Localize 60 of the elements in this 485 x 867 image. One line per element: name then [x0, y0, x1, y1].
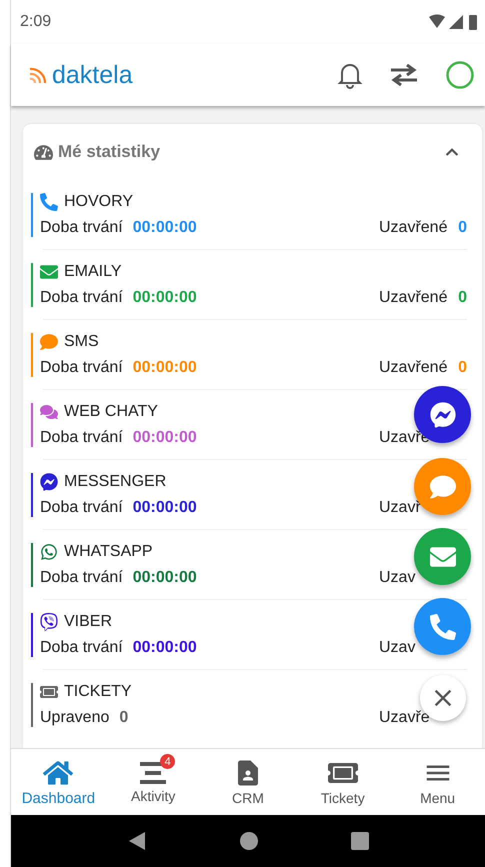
- stat-label: Uzav: [379, 638, 416, 656]
- stat-label: Doba trvání: [40, 358, 123, 376]
- stat-label: Uzavřené: [379, 358, 448, 376]
- nav-tab[interactable]: Tickety: [295, 749, 390, 815]
- stat-label: Doba trvání: [40, 218, 123, 236]
- messenger-icon: [40, 472, 58, 490]
- nav-tab[interactable]: Menu: [390, 749, 485, 815]
- envelope-icon: [40, 262, 58, 280]
- status-time: 2:09: [20, 13, 52, 31]
- stat-label: Doba trvání: [40, 568, 123, 586]
- stat-value: 0: [458, 218, 467, 236]
- stat-value: 0: [119, 708, 128, 726]
- stat-value: 00:00:00: [132, 568, 197, 586]
- home-circle-icon[interactable]: [239, 831, 259, 851]
- stat-title: SMS: [64, 332, 99, 350]
- notification-badge: 4: [160, 754, 176, 769]
- stat-label: Uzavř: [379, 498, 421, 516]
- stat-value: 00:00:00: [132, 428, 197, 446]
- stat-label: Doba trvání: [40, 498, 123, 516]
- stat-title: EMAILY: [64, 262, 122, 280]
- logo-icon: [28, 65, 48, 85]
- bell-icon[interactable]: [337, 61, 363, 89]
- phone-icon: [430, 614, 456, 640]
- nav-tab[interactable]: 4 Aktivity: [106, 749, 201, 815]
- whatsapp-icon: [40, 542, 58, 560]
- stat-label: Uzavřené: [379, 288, 448, 306]
- stat-value: 00:00:00: [132, 218, 197, 236]
- stat-title: VIBER: [64, 612, 112, 630]
- stat-value: 00:00:00: [132, 288, 197, 306]
- stat-label: Uzavřené: [379, 218, 448, 236]
- stat-value: 00:00:00: [132, 358, 197, 376]
- stat-label: Doba trvání: [40, 638, 123, 656]
- stat-title: MESSENGER: [64, 472, 166, 490]
- stat-title: WEB CHATY: [64, 402, 158, 420]
- speech-bubble-icon: [430, 474, 456, 500]
- nav-tab[interactable]: Dashboard: [11, 749, 106, 815]
- status-circle-icon[interactable]: [445, 60, 475, 90]
- stat-value: 0: [458, 358, 467, 376]
- card-title: Mé statistiky: [58, 142, 160, 162]
- stat-label: Uzavře: [379, 708, 430, 726]
- stat-title: TICKETY: [64, 682, 132, 700]
- back-icon[interactable]: [127, 831, 147, 851]
- stat-value: 00:00:00: [132, 498, 197, 516]
- logo-text: daktela: [52, 60, 133, 90]
- stat-value: 00:00:00: [132, 638, 197, 656]
- stat-label: Doba trvání: [40, 288, 123, 306]
- stat-label: Upraveno: [40, 708, 110, 726]
- stat-label: Uzav: [379, 568, 416, 586]
- messenger-icon: [430, 402, 456, 428]
- gauge-icon: [34, 142, 53, 162]
- chat-bubbles-icon: [40, 402, 58, 420]
- stat-label: Doba trvání: [40, 428, 123, 446]
- stat-title: HOVORY: [64, 192, 134, 210]
- stat-title: WHATSAPP: [64, 542, 153, 560]
- nav-tab[interactable]: CRM: [200, 749, 296, 815]
- phone-icon: [40, 192, 58, 210]
- viber-icon: [40, 612, 58, 630]
- speech-bubble-icon: [40, 332, 58, 350]
- stat-value: 0: [458, 288, 467, 306]
- swap-arrows-icon[interactable]: [389, 64, 419, 86]
